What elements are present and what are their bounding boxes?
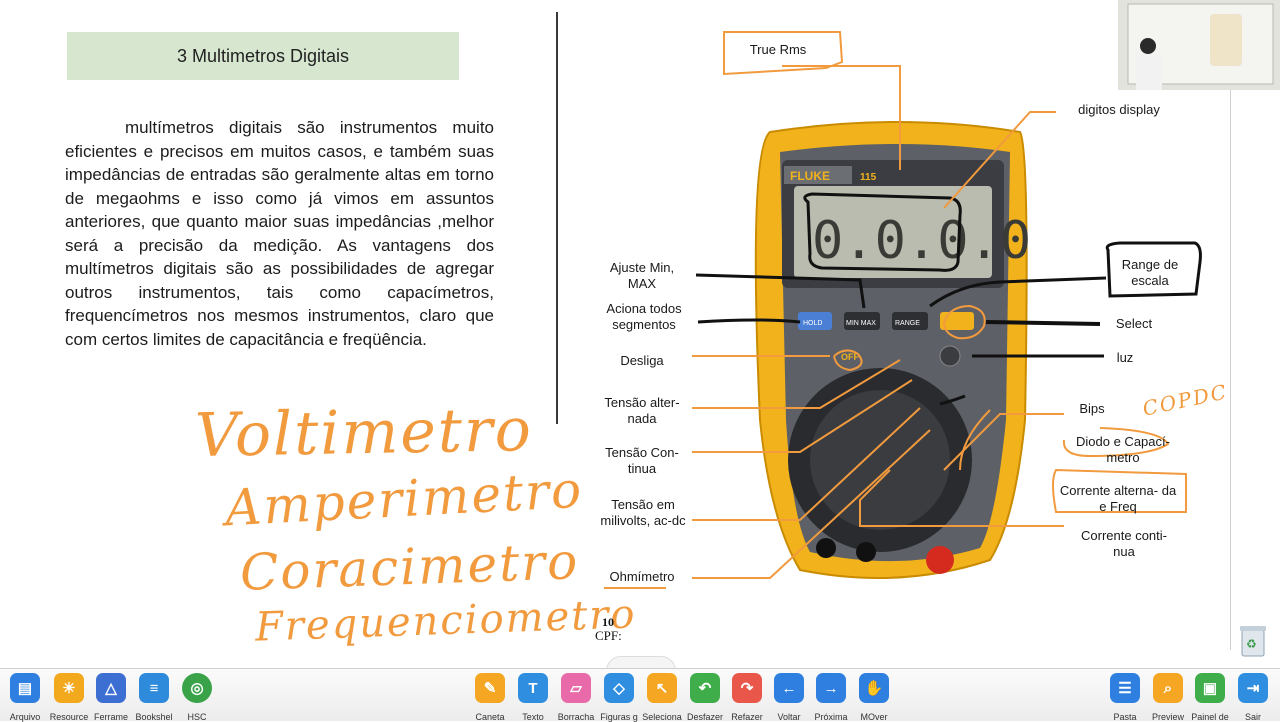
redo-icon: ↷ <box>732 673 762 703</box>
display-digits: 0.0.0.0 <box>812 211 1031 271</box>
taskbar-resource[interactable]: ☀ Resource <box>46 673 92 722</box>
taskbar-label: MOver <box>860 712 888 722</box>
taskbar-texto[interactable]: T Texto <box>510 673 556 722</box>
taskbar-figuras[interactable]: ◇ Figuras g <box>596 673 642 722</box>
text-icon: T <box>518 673 548 703</box>
clipboard-icon: ☰ <box>1110 673 1140 703</box>
taskbar-label: Pasta <box>1113 712 1137 722</box>
taskbar-desfazer[interactable]: ↶ Desfazer <box>682 673 728 722</box>
select-icon: ↖ <box>647 673 677 703</box>
label-tensao-milivolts: Tensão em milivolts, ac-dc <box>600 497 686 528</box>
taskbar-label: HSC <box>187 712 207 722</box>
taskbar-label: Borracha <box>557 712 595 722</box>
taskbar-label: Texto <box>522 712 544 722</box>
taskbar-mover[interactable]: ✋ MOver <box>851 673 897 722</box>
back-icon: ← <box>774 673 804 703</box>
taskbar-voltar[interactable]: ← Voltar <box>766 673 812 722</box>
label-tensao-alternada: Tensão alter- nada <box>604 395 680 426</box>
taskbar-proxima[interactable]: → Próxima <box>808 673 854 722</box>
document-page: 3 Multimetros Digitais multímetros digit… <box>0 0 1280 668</box>
label-bips: Bips <box>1079 401 1105 416</box>
minmax-button-label: MIN MAX <box>846 320 876 327</box>
taskbar-label: Preview <box>1151 712 1184 722</box>
taskbar-label: Resource <box>49 712 89 722</box>
recycle-bin-icon[interactable]: ♻ <box>1238 622 1268 658</box>
label-ohmimetro: Ohmímetro <box>609 569 675 584</box>
photos-icon: ☀ <box>54 673 84 703</box>
undo-icon: ↶ <box>690 673 720 703</box>
panel-icon: ▣ <box>1195 673 1225 703</box>
label-diodo: Diodo e Capací- metro <box>1076 434 1170 465</box>
label-corrente-continua: Corrente conti- nua <box>1081 528 1167 559</box>
taskbar-label: Ferrame <box>93 712 128 722</box>
taskbar-label: Seleciona <box>642 712 682 722</box>
taskbar-label: Próxima <box>814 712 848 722</box>
hold-button-label: HOLD <box>803 320 822 327</box>
taskbar-label: Sair <box>1244 712 1261 722</box>
taskbar-sair[interactable]: ⇥ Sair <box>1230 673 1276 722</box>
taskbar-hsc[interactable]: ◎ HSC <box>174 673 220 722</box>
hand-icon: ✋ <box>859 673 889 703</box>
label-select: Select <box>1115 316 1153 331</box>
label-corrente-alternada: Corrente alterna- da e Freq <box>1059 483 1177 514</box>
label-true-rms: True Rms <box>749 42 807 57</box>
label-range-escala: Range de escala <box>1121 257 1179 288</box>
model-number: 115 <box>860 172 877 183</box>
taskbar: ▤ Arquivo ☀ Resource △ Ferrame ≡ Bookshe… <box>0 668 1280 722</box>
label-tensao-continua: Tensão Con- tinua <box>605 445 679 476</box>
exit-icon: ⇥ <box>1238 673 1268 703</box>
folder-icon: ▤ <box>10 673 40 703</box>
eraser-icon: ▱ <box>561 673 591 703</box>
next-icon: → <box>816 673 846 703</box>
taskbar-borracha[interactable]: ▱ Borracha <box>553 673 599 722</box>
shapes-icon: ◇ <box>604 673 634 703</box>
taskbar-preview[interactable]: ⌕ Preview <box>1145 673 1191 722</box>
brand-logo: FLUKE <box>790 169 830 183</box>
preview-icon: ⌕ <box>1153 673 1183 703</box>
hsc-icon: ◎ <box>182 673 212 703</box>
taskbar-arquivo[interactable]: ▤ Arquivo <box>2 673 48 722</box>
range-button-label: RANGE <box>895 320 920 327</box>
bookshelf-icon: ≡ <box>139 673 169 703</box>
pen-icon: ✎ <box>475 673 505 703</box>
taskbar-ferramentas[interactable]: △ Ferrame <box>88 673 134 722</box>
taskbar-pasta[interactable]: ☰ Pasta <box>1102 673 1148 722</box>
svg-text:♻: ♻ <box>1246 637 1257 651</box>
taskbar-label: Refazer <box>731 712 763 722</box>
tools-icon: △ <box>96 673 126 703</box>
taskbar-label: Arquivo <box>9 712 41 722</box>
webcam-overlay <box>1118 0 1280 90</box>
taskbar-label: Desfazer <box>686 712 723 722</box>
taskbar-label: Painel de <box>1191 712 1229 722</box>
taskbar-label: Figuras g <box>600 712 638 722</box>
label-desliga: Desliga <box>620 353 664 368</box>
taskbar-painel[interactable]: ▣ Painel de <box>1187 673 1233 722</box>
label-luz: luz <box>1116 350 1134 365</box>
taskbar-label: Caneta <box>475 712 505 722</box>
label-digitos-display: digitos display <box>1078 102 1160 117</box>
taskbar-seleciona[interactable]: ↖ Seleciona <box>639 673 685 722</box>
taskbar-refazer[interactable]: ↷ Refazer <box>724 673 770 722</box>
taskbar-caneta[interactable]: ✎ Caneta <box>467 673 513 722</box>
label-aciona-segmentos: Aciona todos segmentos <box>606 301 682 332</box>
taskbar-label: Voltar <box>777 712 801 722</box>
taskbar-bookshelf[interactable]: ≡ Bookshel <box>131 673 177 722</box>
label-ajuste-min-max: Ajuste Min, MAX <box>609 260 675 291</box>
taskbar-label: Bookshel <box>135 712 173 722</box>
multimeter-illustration: FLUKE 115 0.0.0.0 HOLD MIN MAX RANGE OFF <box>604 31 1202 589</box>
